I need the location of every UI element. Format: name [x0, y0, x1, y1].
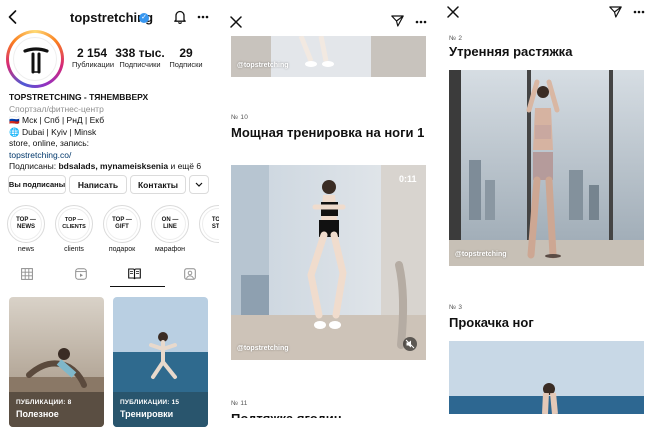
stat-value: 29 — [179, 46, 193, 60]
video-duration: 0:11 — [399, 174, 417, 184]
highlight-cover: TOP — NEWS — [10, 208, 42, 240]
guide-panel-workouts: @topstretching № 10 Мощная тренировка на… — [219, 0, 438, 438]
highlight-label: clients — [64, 246, 84, 253]
guides-tab-icon[interactable] — [128, 268, 141, 280]
stretching-photo — [449, 70, 644, 266]
contacts-button[interactable]: Контакты — [130, 175, 186, 194]
guide-post-count: ПУБЛИКАЦИИ: 15 — [120, 399, 180, 406]
stat-following[interactable]: 29 Подписки — [165, 46, 207, 69]
highlight-cover: TOP — GIFT — [106, 208, 138, 240]
stat-followers[interactable]: 338 тыс. Подписчики — [115, 46, 165, 69]
stat-value: 2 154 — [76, 46, 108, 60]
followed-by-suffix: и ещё 6 — [168, 161, 202, 171]
following-button[interactable]: Вы подписаны — [8, 175, 66, 194]
workout-photo — [231, 36, 426, 77]
post-title: Утренняя растяжка — [449, 44, 573, 59]
post-video[interactable]: 0:11 @topstretching — [231, 165, 426, 360]
post-number: № 3 — [449, 304, 463, 311]
tagged-tab-icon[interactable] — [184, 268, 196, 280]
stat-label: Подписчики — [119, 60, 161, 69]
grid-tab-icon[interactable] — [21, 268, 33, 280]
reels-tab-icon[interactable] — [75, 268, 87, 280]
verified-badge-icon: ✓ — [139, 13, 149, 23]
highlight-marathon[interactable]: ON — LINE марафон — [150, 205, 190, 253]
profile-panel: topstretching ✓ 2 154 Публикации 338 тыс… — [0, 0, 219, 438]
highlight-cover: TOP STO — [202, 208, 219, 240]
mute-button[interactable] — [403, 337, 417, 351]
workout-video-frame — [231, 165, 426, 360]
followed-by[interactable]: Подписаны: bdsalads, mynameisksenia и ещ… — [9, 161, 217, 173]
bio-line-international: 🌐 Dubai | Kyiv | Minsk — [9, 126, 97, 137]
avatar[interactable] — [6, 30, 64, 88]
followed-by-prefix: Подписаны: — [9, 161, 59, 171]
highlight-label: news — [17, 246, 35, 253]
post-number: № 11 — [231, 400, 248, 407]
speaker-muted-icon — [405, 339, 415, 349]
bio-link[interactable]: topstretching.co/ — [9, 150, 217, 162]
profile-category: Спортзал/фитнес-центр — [9, 103, 104, 114]
stat-label: Публикации — [72, 60, 115, 69]
leg-workout-photo — [449, 341, 644, 414]
guide-post-count: ПУБЛИКАЦИИ: 8 — [16, 399, 72, 406]
share-icon[interactable] — [609, 6, 622, 18]
suggestions-button[interactable] — [189, 175, 209, 194]
highlight-gift[interactable]: TOP — GIFT подарок — [102, 205, 142, 253]
post-photo[interactable]: @topstretching — [449, 70, 644, 266]
active-tab-indicator — [110, 286, 165, 287]
highlight-cover: TOP — CLIENTS — [58, 208, 90, 240]
post-number: № 10 — [231, 114, 249, 121]
stat-label: Подписки — [169, 60, 203, 69]
chevron-down-icon — [195, 182, 203, 187]
bell-icon[interactable] — [173, 9, 187, 24]
highlight-clients[interactable]: TOP — CLIENTS clients — [54, 205, 94, 253]
photo-watermark: @topstretching — [237, 345, 289, 352]
highlight-label: подарок — [108, 246, 136, 253]
stat-posts[interactable]: 2 154 Публикации — [72, 46, 115, 69]
topstretching-logo-icon — [23, 47, 49, 74]
guide-panel-useful: № 2 Утренняя растяжка @topstretching № 3… — [438, 0, 656, 438]
highlight-news[interactable]: TOP — NEWS news — [6, 205, 46, 253]
post-photo-previous[interactable]: @topstretching — [231, 36, 426, 77]
stat-value: 338 тыс. — [115, 46, 165, 60]
followed-by-names: bdsalads, mynameisksenia — [58, 161, 169, 171]
guide-cover-image — [113, 297, 208, 427]
profile-name: TOPSTRETCHING - ТЯНЕМВВЕРХ — [9, 92, 149, 102]
more-options-icon[interactable] — [633, 10, 645, 14]
highlight-cover: ON — LINE — [154, 208, 186, 240]
post-number: № 2 — [449, 35, 463, 42]
guide-card-useful[interactable]: ПУБЛИКАЦИИ: 8 Полезное — [9, 297, 104, 427]
post-photo[interactable] — [449, 341, 644, 414]
bio-line-store: store, online, запись: — [9, 138, 90, 148]
share-icon[interactable] — [391, 15, 404, 27]
more-options-icon[interactable] — [197, 15, 209, 19]
close-icon[interactable] — [447, 6, 459, 18]
post-title: Мощная тренировка на ноги 1 — [231, 125, 425, 140]
post-title: Прокачка ног — [449, 315, 534, 330]
bio-line-cities: 🇷🇺 Мск | Спб | РнД | Екб — [9, 115, 105, 125]
guide-title: Тренировки — [120, 409, 174, 419]
highlight-store[interactable]: TOP STO — [198, 205, 219, 243]
more-options-icon[interactable] — [415, 20, 427, 24]
highlight-label: марафон — [154, 246, 185, 253]
close-icon[interactable] — [230, 16, 242, 28]
photo-watermark: @topstretching — [455, 251, 507, 258]
guide-cover-image — [9, 297, 104, 427]
bio: TOPSTRETCHING - ТЯНЕМВВЕРХ Спортзал/фитн… — [9, 92, 217, 173]
guide-title: Полезное — [16, 409, 59, 419]
back-icon[interactable] — [8, 10, 17, 24]
post-title: Подтяжка ягодиц — [231, 411, 342, 418]
message-button[interactable]: Написать — [69, 175, 127, 194]
guide-card-workouts[interactable]: ПУБЛИКАЦИИ: 15 Тренировки — [113, 297, 208, 427]
photo-watermark: @topstretching — [237, 62, 289, 69]
